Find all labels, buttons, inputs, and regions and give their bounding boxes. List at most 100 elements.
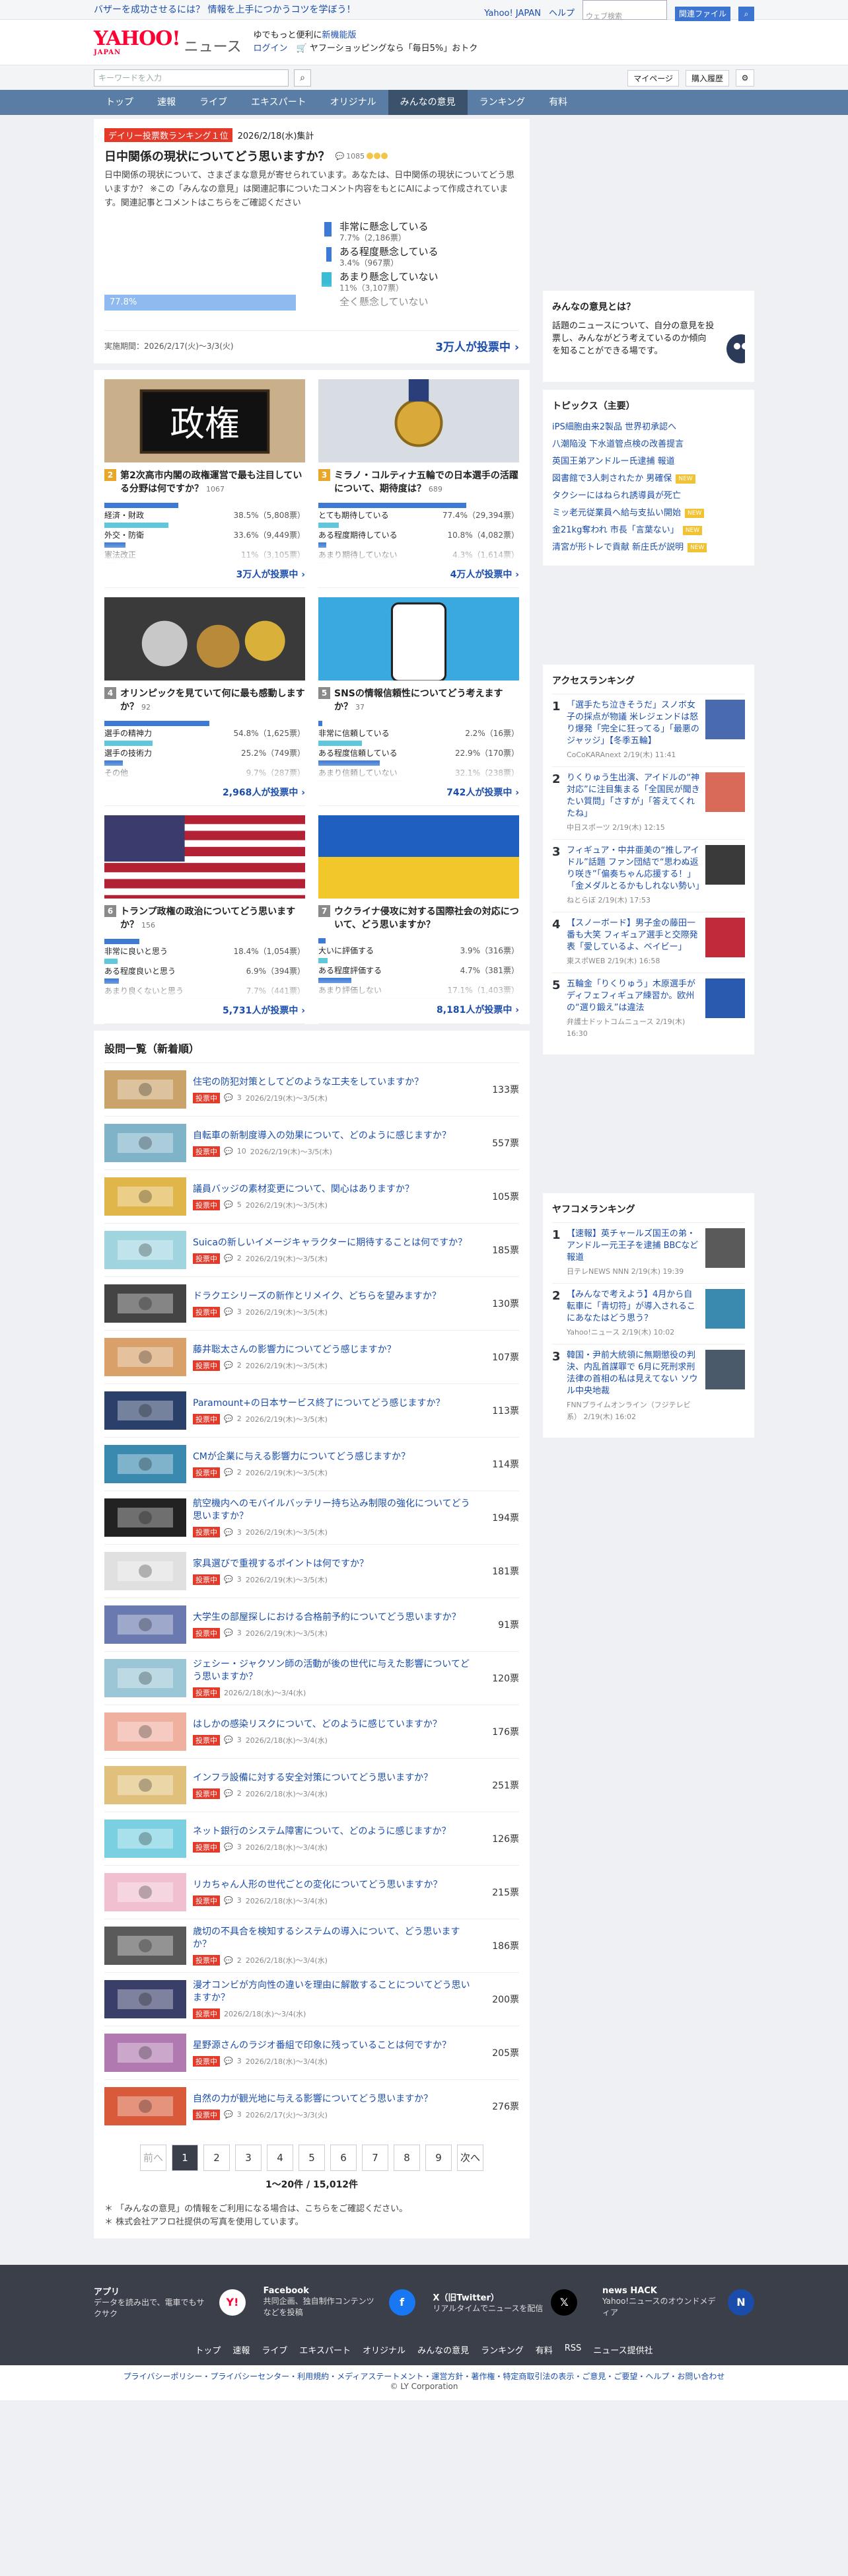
purchase-history-button[interactable]: 購入履歴 xyxy=(685,69,729,87)
new-feature-link[interactable]: 新機能版 xyxy=(322,30,356,40)
question-link[interactable]: ジェシー・ジャクソン師の活動が後の世代に与えた影響についてどう思いますか？ xyxy=(193,1658,470,1683)
gear-icon[interactable]: ⚙ xyxy=(736,69,754,87)
newshack-icon[interactable]: N xyxy=(727,2289,754,2316)
topic-item[interactable]: タクシーにはねられ誘導員が死亡 xyxy=(552,488,745,505)
ranking-headline[interactable]: 【スノーボード】男子金の藤田一番も大笑 フィギュア選手と交際発表「愛しているよ、… xyxy=(567,918,700,953)
poll-image[interactable] xyxy=(318,379,519,462)
page-button[interactable]: 9 xyxy=(425,2145,452,2171)
poll-image[interactable] xyxy=(318,815,519,899)
poll-votes-link[interactable]: 5,731人が投票中 › xyxy=(104,1004,305,1017)
list-item[interactable]: ドラクエシリーズの新作とリメイク、どちらを望みますか？ 投票中 💬 3 2026/2/1… xyxy=(104,1276,519,1330)
question-link[interactable]: はしかの感染リスクについて、どのように感じていますか？ xyxy=(193,1718,470,1731)
poll-votes-link[interactable]: 2,968人が投票中 › xyxy=(104,786,305,799)
nav-tab-7[interactable]: 有料 xyxy=(537,90,579,115)
page-button[interactable]: 5 xyxy=(299,2145,325,2171)
question-link[interactable]: リカちゃん人形の世代ごとの変化についてどう思いますか？ xyxy=(193,1879,470,1892)
nav-tab-3[interactable]: エキスパート xyxy=(239,90,318,115)
list-item[interactable]: はしかの感染リスクについて、どのように感じていますか？ 投票中 💬 3 2026/2/1… xyxy=(104,1705,519,1758)
list-item[interactable]: 漫才コンビが方向性の違いを理由に解散することについてどう思いますか？ 投票中 202… xyxy=(104,1972,519,2026)
poll-votes-link[interactable]: 742人が投票中 › xyxy=(318,786,519,799)
page-button[interactable]: 6 xyxy=(330,2145,357,2171)
ranking-item[interactable]: 4 【スノーボード】男子金の藤田一番も大笑 フィギュア選手と交際発表「愛しているよ… xyxy=(552,912,745,973)
nav-tab-1[interactable]: 速報 xyxy=(145,90,188,115)
footer-nav-link[interactable]: 有料 xyxy=(536,2343,553,2356)
poll-votes-link[interactable]: 8,181人が投票中 › xyxy=(318,1003,519,1016)
footer-nav-link[interactable]: オリジナル xyxy=(363,2343,406,2356)
ranking-item[interactable]: 2 りくりゅう生出演、アイドルの“神対応”に注目集まる「全国民が聞きたい質問」「さ… xyxy=(552,766,745,839)
footer-app[interactable]: アプリ データを読み出で、電車でもサクサク Y! xyxy=(94,2285,246,2320)
question-link[interactable]: 自転車の新制度導入の効果について、どのように感じますか？ xyxy=(193,1130,470,1142)
footer-app[interactable]: news HACK Yahoo!ニュースのオウンドメディア N xyxy=(602,2285,754,2320)
list-item[interactable]: リカちゃん人形の世代ごとの変化についてどう思いますか？ 投票中 💬 3 2026/2/1… xyxy=(104,1865,519,1919)
x-icon[interactable]: 𝕏 xyxy=(551,2289,578,2316)
next-page-button[interactable]: 次へ xyxy=(457,2145,483,2171)
page-button[interactable]: 2 xyxy=(203,2145,230,2171)
poll-title[interactable]: ミラノ・コルティナ五輪での日本選手の活躍について、期待度は？ xyxy=(334,470,518,494)
list-item[interactable]: 大学生の部屋探しにおける合格前予約についてどう思いますか？ 投票中 💬 3 2026/2… xyxy=(104,1598,519,1651)
ranking-headline[interactable]: 【みんなで考えよう】4月から自転車に「青切符」が導入されるこにあなたはどう思う？ xyxy=(567,1289,700,1325)
list-item[interactable]: インフラ設備に対する安全対策についてどう思いますか？ 投票中 💬 2 2026/2/18… xyxy=(104,1758,519,1812)
question-link[interactable]: ドラクエシリーズの新作とリメイク、どちらを望みますか？ xyxy=(193,1290,470,1303)
question-link[interactable]: 星野源さんのラジオ番組で印象に残っていることは何ですか？ xyxy=(193,2040,470,2052)
poll-title[interactable]: ウクライナ侵攻に対する国際社会の対応について、どう思いますか？ xyxy=(334,906,519,930)
list-item[interactable]: 歳切の不具合を検知するシステムの導入について、どう思いますか？ 投票中 💬 2 2026… xyxy=(104,1919,519,1972)
topic-item[interactable]: iPS細胞由来2製品 世界初承認へ xyxy=(552,419,745,436)
ranking-headline[interactable]: 「選手たち泣きそうだ」スノボ女子の採点が物議 米レジェンドは怒り爆発「完全に狂っ… xyxy=(567,700,700,747)
question-link[interactable]: 歳切の不具合を検知するシステムの導入について、どう思いますか？ xyxy=(193,1926,470,1951)
poll-image[interactable]: 政権 xyxy=(104,379,305,462)
footer-nav-link[interactable]: 速報 xyxy=(232,2343,250,2356)
list-item[interactable]: ネット銀行のシステム障害について、どのように感じますか？ 投票中 💬 3 2026/2/… xyxy=(104,1812,519,1865)
list-item[interactable]: 藤井聡太さんの影響力についてどう感じますか？ 投票中 💬 2 2026/2/19(木)〜… xyxy=(104,1330,519,1383)
top-poll-title[interactable]: 日中関係の現状についてどう思いますか？ xyxy=(104,147,330,165)
list-item[interactable]: 自転車の新制度導入の効果について、どのように感じますか？ 投票中 💬 10 2026/2… xyxy=(104,1116,519,1169)
ranking-headline[interactable]: 【速報】英チャールズ国王の弟・アンドルー元王子を逮捕 BBCなど報道 xyxy=(567,1228,700,1264)
page-button[interactable]: 1 xyxy=(172,2145,198,2171)
question-link[interactable]: 議員バッジの素材変更について、関心はありますか？ xyxy=(193,1183,470,1196)
footer-nav-link[interactable]: ランキング xyxy=(481,2343,524,2356)
footer-nav-link[interactable]: RSS xyxy=(565,2343,582,2356)
topic-item[interactable]: ミッ老元従業員へ給与支払い開始 NEW xyxy=(552,505,745,522)
footer-nav-link[interactable]: トップ xyxy=(195,2343,221,2356)
poll-votes-link[interactable]: 3万人が投票中 › xyxy=(104,568,305,581)
poll-image[interactable] xyxy=(104,815,305,899)
poll-votes-link[interactable]: 4万人が投票中 › xyxy=(318,568,519,581)
footer-app[interactable]: X（旧Twitter） リアルタイムでニュースを配信 𝕏 xyxy=(433,2285,584,2320)
yahoo-news-logo[interactable]: YAHOO! JAPAN ニュース xyxy=(94,28,241,56)
topic-item[interactable]: 八潮陥没 下水道管点検の改善提言 xyxy=(552,436,745,453)
ranking-item[interactable]: 3 韓国・尹前大統領に無期懲役の判決、内乱首謀罪で 6月に死刑求刑 法律の首相の私… xyxy=(552,1344,745,1428)
footer-nav-link[interactable]: エキスパート xyxy=(299,2343,351,2356)
nav-tab-5[interactable]: みんなの意見 xyxy=(388,90,468,115)
ranking-item[interactable]: 1 【速報】英チャールズ国王の弟・アンドルー元王子を逮捕 BBCなど報道 日テレNE… xyxy=(552,1222,745,1283)
mypage-button[interactable]: マイページ xyxy=(627,69,679,87)
page-button[interactable]: 7 xyxy=(362,2145,388,2171)
related-files-button[interactable]: 関連ファイル xyxy=(674,7,730,21)
topic-item[interactable]: 英国王弟アンドルー氏逮捕 報道 xyxy=(552,453,745,470)
poll-image[interactable] xyxy=(104,597,305,681)
nav-tab-6[interactable]: ランキング xyxy=(468,90,538,115)
question-link[interactable]: 藤井聡太さんの影響力についてどう感じますか？ xyxy=(193,1344,470,1356)
question-link[interactable]: 住宅の防犯対策としてどのような工夫をしていますか？ xyxy=(193,1076,470,1089)
web-search-input[interactable]: ウェブ検索 xyxy=(582,0,667,20)
ranking-item[interactable]: 3 フィギュア・中井亜美の“推しアイドル”話題 ファン団結で“思わぬ返り咲き”「偏… xyxy=(552,839,745,912)
footer-nav-link[interactable]: ライブ xyxy=(262,2343,287,2356)
ranking-item[interactable]: 1 「選手たち泣きそうだ」スノボ女子の採点が物議 米レジェンドは怒り爆発「完全に狂… xyxy=(552,694,745,766)
question-link[interactable]: 大学生の部屋探しにおける合格前予約についてどう思いますか？ xyxy=(193,1611,470,1624)
list-item[interactable]: 議員バッジの素材変更について、関心はありますか？ 投票中 💬 5 2026/2/19(木… xyxy=(104,1169,519,1223)
nav-tab-0[interactable]: トップ xyxy=(94,90,145,115)
search-icon[interactable]: ⌕ xyxy=(738,7,754,21)
page-button[interactable]: 3 xyxy=(235,2145,262,2171)
list-item[interactable]: 住宅の防犯対策としてどのような工夫をしていますか？ 投票中 💬 3 2026/2/19(… xyxy=(104,1062,519,1116)
question-link[interactable]: 航空機内へのモバイルバッテリー持ち込み制限の強化についてどう思いますか？ xyxy=(193,1498,470,1523)
list-item[interactable]: ジェシー・ジャクソン師の活動が後の世代に与えた影響についてどう思いますか？ 投票中… xyxy=(104,1651,519,1705)
ranking-headline[interactable]: 韓国・尹前大統領に無期懲役の判決、内乱首謀罪で 6月に死刑求刑 法律の首相の私は… xyxy=(567,1350,700,1397)
top-poll-votes-link[interactable]: 3万人が投票中 › xyxy=(435,338,519,354)
ranking-headline[interactable]: フィギュア・中井亜美の“推しアイドル”話題 ファン団結で“思わぬ返り咲き”「偏奏… xyxy=(567,845,704,893)
page-button[interactable]: 8 xyxy=(394,2145,420,2171)
policy-links[interactable]: プライバシーポリシー・プライバシーセンター・利用規約・メディアステートメント・運… xyxy=(0,2371,848,2382)
ranking-headline[interactable]: 五輪金「りくりゅう」木原選手がディフェフィギュア練習か。欧州の“選り鍛え”は違法 xyxy=(567,978,700,1014)
question-link[interactable]: 漫才コンビが方向性の違いを理由に解散することについてどう思いますか？ xyxy=(193,1979,470,2005)
question-link[interactable]: Suicaの新しいイメージキャラクターに期待することは何ですか？ xyxy=(193,1237,470,1249)
login-link[interactable]: ログイン xyxy=(253,44,287,54)
question-link[interactable]: CMが企業に与える影響力についてどう感じますか？ xyxy=(193,1451,470,1463)
keyword-search-icon[interactable]: ⌕ xyxy=(294,69,311,87)
